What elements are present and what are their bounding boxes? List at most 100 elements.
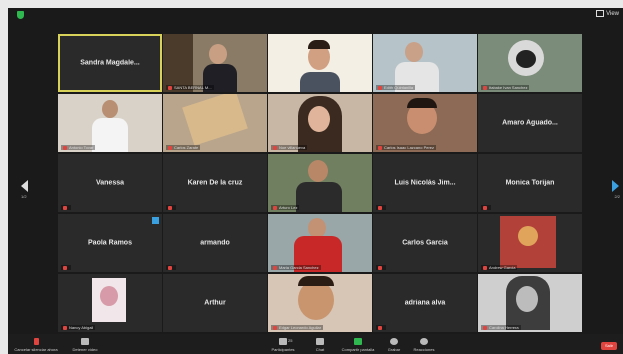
stop-video-label: Detener video [72, 347, 98, 352]
participant-caption: Carolina Herrera [489, 325, 519, 330]
share-screen-button[interactable]: Compartir pantalla [338, 338, 378, 352]
participant-tile[interactable]: Monica Torijan [478, 154, 582, 212]
participant-tile[interactable] [268, 34, 372, 92]
record-label: Grabar [387, 347, 401, 352]
participant-name: adriana alva [404, 299, 446, 307]
dog-face [516, 50, 536, 68]
participants-count: 25 [288, 338, 293, 343]
participant-tile[interactable]: Itabake Ivan Sanchez [478, 34, 582, 92]
participant-tile[interactable]: SANTA BERNAL M... [163, 34, 267, 92]
chat-button[interactable]: Chat [310, 338, 330, 352]
participant-caption: Carlos Isaac Lazcano Perez [384, 145, 435, 150]
participant-tile[interactable]: Maria Garcia Sanchez [268, 214, 372, 272]
muted-mic-icon [63, 325, 67, 330]
album-cover-figure [518, 226, 538, 246]
mic-off-icon [33, 338, 39, 345]
participant-video-face [405, 42, 423, 62]
unmute-label: Cancelar silenciar ahora [14, 347, 58, 352]
muted-mic-icon [273, 205, 277, 210]
security-shield-icon[interactable] [17, 11, 24, 19]
participant-tile[interactable]: Carlos Garcia [373, 214, 477, 272]
previous-page-arrow-icon[interactable] [21, 180, 28, 192]
participant-tile[interactable]: Luis Nicolás Jim... [373, 154, 477, 212]
participant-name: Karen De la cruz [187, 179, 243, 187]
chat-badge-icon [152, 217, 159, 224]
muted-mic-icon [168, 145, 172, 150]
participant-name: Sandra Magdale... [80, 59, 140, 67]
participant-tile[interactable]: Edith Quintanilla [373, 34, 477, 92]
muted-mic-icon [378, 325, 382, 330]
muted-mic-icon [273, 325, 277, 330]
end-meeting-button[interactable]: Salir [601, 342, 617, 350]
muted-mic-icon [168, 85, 172, 90]
participant-name: Monica Torijan [505, 179, 555, 187]
participant-tile[interactable]: Amaro Aguado... [478, 94, 582, 152]
participant-caption: Arturo Lez [279, 205, 298, 210]
page-indicator-right: 2/2 [614, 194, 620, 199]
participant-tile[interactable]: Carolina Herrera [478, 274, 582, 332]
top-bar: View [8, 8, 623, 22]
participant-video-face [308, 160, 328, 182]
participant-name: Amaro Aguado... [502, 119, 558, 127]
muted-mic-icon [63, 145, 67, 150]
chat-label: Chat [315, 347, 325, 352]
participant-video-hair [308, 40, 330, 49]
share-screen-icon [354, 338, 362, 345]
view-button[interactable]: View [596, 10, 619, 17]
participant-caption: Itabake Ivan Sanchez [489, 85, 528, 90]
muted-mic-icon [483, 325, 487, 330]
participant-name: Vanessa [95, 179, 125, 187]
participant-tile[interactable]: Karen De la cruz [163, 154, 267, 212]
participant-tile[interactable]: Edgar Leonardo Aguilar [268, 274, 372, 332]
profile-picture-face [100, 286, 118, 306]
participant-tile[interactable]: Paola Ramos [58, 214, 162, 272]
participant-video-face [209, 44, 227, 64]
muted-mic-icon [483, 85, 487, 90]
record-button[interactable]: Grabar [384, 338, 404, 352]
participant-video-face [308, 218, 326, 238]
reactions-button[interactable]: Reacciones [410, 338, 438, 352]
zoom-window: View 1/2 2/2 Sandra Magdale... SANTA BER… [8, 8, 623, 354]
participant-name: Carlos Garcia [402, 239, 448, 247]
participant-video-blurred [182, 94, 248, 146]
unmute-button[interactable]: Cancelar silenciar ahora [12, 338, 60, 352]
participant-tile[interactable]: Arthur [163, 274, 267, 332]
participant-tile[interactable]: adriana alva [373, 274, 477, 332]
participant-caption: SANTA BERNAL M... [174, 85, 212, 90]
participant-video-body [296, 182, 342, 212]
muted-mic-icon [168, 205, 172, 210]
muted-mic-icon [168, 265, 172, 270]
participant-video-face [298, 280, 334, 320]
participant-name: Arthur [204, 299, 226, 307]
video-camera-icon [81, 338, 89, 345]
participant-caption: Edith Quintanilla [384, 85, 414, 90]
participant-tile[interactable]: Antonio Tovar [58, 94, 162, 152]
participant-caption: Edgar Leonardo Aguilar [279, 325, 322, 330]
muted-mic-icon [378, 205, 382, 210]
muted-mic-icon [273, 265, 277, 270]
participants-button[interactable]: Participantes 25 [266, 338, 300, 352]
participant-tile[interactable]: Noe villanueva [268, 94, 372, 152]
participant-video-face [516, 286, 538, 312]
gallery-grid-icon [596, 10, 605, 17]
meeting-toolbar: Cancelar silenciar ahora Detener video P… [8, 334, 623, 354]
record-icon [390, 338, 398, 345]
muted-mic-icon [378, 85, 382, 90]
participant-tile[interactable]: Vanessa [58, 154, 162, 212]
participant-tile[interactable]: Sandra Magdale... [58, 34, 162, 92]
participant-caption: Carlos Zarate [174, 145, 199, 150]
next-page-arrow-icon[interactable] [612, 180, 619, 192]
participant-name: Luis Nicolás Jim... [394, 179, 456, 187]
share-screen-label: Compartir pantalla [341, 347, 375, 352]
participant-tile[interactable]: Carlos Zarate [163, 94, 267, 152]
participant-tile[interactable]: armando [163, 214, 267, 272]
participant-tile[interactable]: Nancy Abigail [58, 274, 162, 332]
participants-label: Participantes [271, 347, 295, 352]
participant-tile[interactable]: Andrew Garcia [478, 214, 582, 272]
muted-mic-icon [273, 145, 277, 150]
participant-caption: Andrew Garcia [489, 265, 516, 270]
stop-video-button[interactable]: Detener video [70, 338, 100, 352]
participant-tile[interactable]: Carlos Isaac Lazcano Perez [373, 94, 477, 152]
participant-tile[interactable]: Arturo Lez [268, 154, 372, 212]
participant-video-hair [298, 276, 334, 286]
